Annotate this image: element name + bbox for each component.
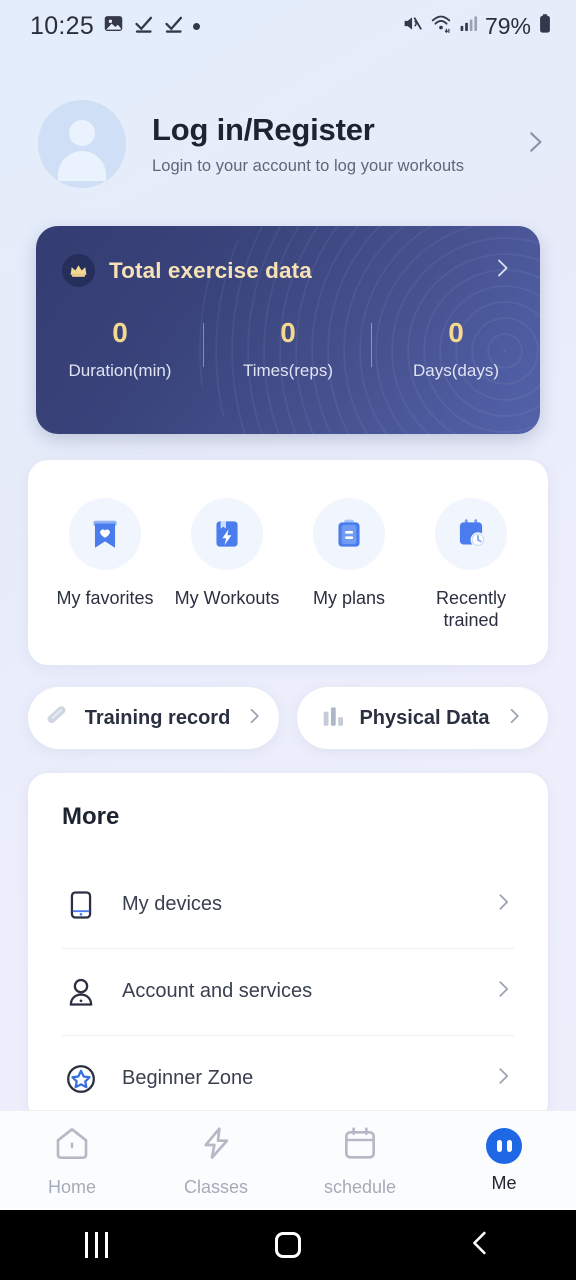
stat-times: 0 Times(reps)	[204, 317, 372, 381]
book-lightning-icon	[191, 498, 263, 570]
back-chevron-icon	[465, 1228, 495, 1263]
quick-action-recently-trained[interactable]: Recently trained	[410, 498, 532, 631]
stat-label: Days(days)	[413, 361, 499, 380]
calendar-clock-icon	[435, 498, 507, 570]
image-icon	[103, 13, 124, 39]
pill-label: Physical Data	[359, 706, 490, 729]
avatar	[38, 100, 126, 188]
status-bar-left: 10:25	[30, 11, 201, 41]
stat-days: 0 Days(days)	[372, 317, 540, 381]
wifi-6-icon	[430, 13, 452, 39]
training-record-button[interactable]: Training record	[28, 687, 279, 750]
total-exercise-header: Total exercise data	[36, 226, 540, 287]
quick-action-label: Recently trained	[435, 588, 507, 630]
chevron-right-icon[interactable]	[490, 256, 514, 285]
android-system-nav	[0, 1210, 576, 1280]
device-icon	[62, 889, 100, 921]
total-exercise-card[interactable]: Total exercise data 0 Duration(min) 0 Ti…	[36, 226, 540, 434]
stat-value: 0	[448, 317, 464, 348]
chevron-right-icon[interactable]	[492, 1065, 514, 1092]
stat-label: Duration(min)	[68, 361, 172, 380]
quick-actions-card: My favorites My Workouts My plans Recent…	[28, 460, 548, 666]
more-item-my-devices[interactable]: My devices	[28, 861, 548, 948]
status-bar-right: 79%	[402, 13, 552, 40]
stat-value: 0	[280, 317, 296, 348]
battery-percent: 79%	[484, 12, 531, 39]
calendar-icon	[340, 1123, 380, 1168]
quick-action-label: My favorites	[56, 588, 154, 608]
lightning-icon	[196, 1123, 236, 1168]
more-list: My devices Account and services Beginner…	[28, 861, 548, 1122]
quick-action-my-favorites[interactable]: My favorites	[44, 498, 166, 631]
cellular-signal-icon	[459, 14, 478, 38]
pill-label: Training record	[84, 706, 231, 729]
tab-schedule[interactable]: schedule	[288, 1123, 432, 1198]
more-item-account-and-services[interactable]: Account and services	[28, 948, 548, 1035]
chevron-right-icon[interactable]	[522, 129, 548, 160]
stat-label: Times(reps)	[242, 361, 334, 380]
person-icon	[62, 976, 100, 1008]
chevron-right-icon[interactable]	[492, 891, 514, 918]
quick-action-label: My plans	[312, 588, 386, 608]
recents-button[interactable]	[0, 1232, 192, 1258]
tab-label: Me	[491, 1172, 517, 1193]
tab-label: schedule	[323, 1177, 397, 1197]
account-header[interactable]: Log in/Register Login to your account to…	[0, 52, 576, 188]
total-exercise-title: Total exercise data	[109, 257, 312, 283]
stat-value: 0	[112, 317, 128, 348]
account-text: Log in/Register Login to your account to…	[126, 112, 522, 176]
tab-classes[interactable]: Classes	[144, 1123, 288, 1198]
back-button[interactable]	[384, 1228, 576, 1263]
page-title: Log in/Register	[152, 112, 375, 147]
task-check-icon	[133, 13, 154, 39]
task-check-icon	[163, 13, 184, 39]
crown-icon	[62, 254, 95, 287]
home-icon	[52, 1123, 92, 1168]
status-time: 10:25	[30, 11, 95, 40]
dumbbell-icon	[43, 701, 73, 736]
bar-chart-icon	[321, 703, 347, 734]
account-subtitle: Login to your account to log your workou…	[152, 157, 465, 175]
chevron-right-icon[interactable]	[244, 706, 264, 731]
more-section-title: More	[62, 803, 120, 831]
app-screen: 10:25 79% Log in/Register Login to your …	[0, 0, 576, 1280]
tab-me[interactable]: Me	[432, 1127, 576, 1194]
home-square-icon	[275, 1232, 301, 1258]
more-item-label: Account and services	[122, 980, 313, 1003]
user-placeholder-icon	[69, 120, 95, 146]
total-exercise-stats: 0 Duration(min) 0 Times(reps) 0 Days(day…	[36, 317, 540, 381]
star-circle-icon	[62, 1063, 100, 1095]
status-bar: 10:25 79%	[0, 0, 576, 52]
home-button[interactable]	[192, 1232, 384, 1258]
bookmark-heart-icon	[69, 498, 141, 570]
quick-action-my-workouts[interactable]: My Workouts	[166, 498, 288, 631]
tab-label: Home	[47, 1177, 96, 1197]
recents-icon	[84, 1232, 108, 1258]
stat-duration: 0 Duration(min)	[36, 317, 204, 381]
tab-home[interactable]: Home	[0, 1123, 144, 1198]
dot-icon	[193, 22, 201, 30]
me-avatar-icon	[486, 1127, 522, 1164]
quick-action-label: My Workouts	[174, 588, 280, 608]
bottom-navigation: Home Classes schedule Me	[0, 1110, 576, 1210]
more-card: More My devices Account and services Beg…	[28, 773, 548, 1123]
chevron-right-icon[interactable]	[492, 978, 514, 1005]
clipboard-icon	[313, 498, 385, 570]
quick-action-my-plans[interactable]: My plans	[288, 498, 410, 631]
more-item-label: My devices	[122, 893, 223, 916]
volume-mute-icon	[402, 13, 423, 39]
physical-data-button[interactable]: Physical Data	[297, 687, 548, 750]
chevron-right-icon[interactable]	[504, 706, 524, 731]
battery-icon	[538, 13, 552, 39]
tab-label: Classes	[183, 1177, 249, 1197]
more-item-label: Beginner Zone	[122, 1067, 254, 1090]
shortcut-pill-row: Training record Physical Data	[28, 687, 548, 750]
